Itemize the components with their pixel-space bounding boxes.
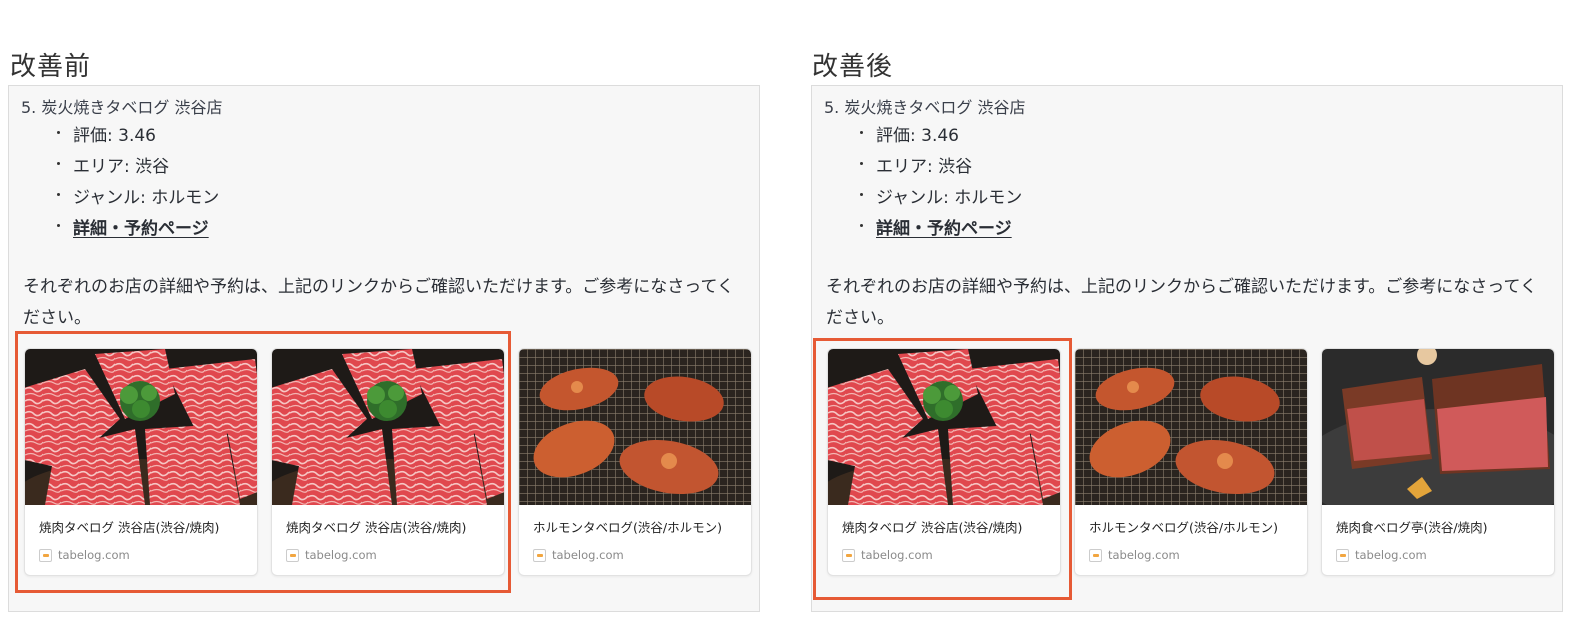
card-source: tabelog.com bbox=[842, 548, 933, 562]
rating-item: 評価: 3.46 bbox=[53, 124, 219, 155]
card-source-domain: tabelog.com bbox=[552, 548, 624, 562]
card-title: 焼肉タベログ 渋谷店(渋谷/焼肉) bbox=[286, 520, 467, 535]
wagyu-plate-image bbox=[25, 349, 257, 505]
detail-link-item: 詳細・予約ページ bbox=[856, 217, 1022, 248]
restaurant-details: 評価: 3.46 エリア: 渋谷 ジャンル: ホルモン 詳細・予約ページ bbox=[856, 124, 1022, 248]
card-source-domain: tabelog.com bbox=[861, 548, 933, 562]
restaurant-details: 評価: 3.46 エリア: 渋谷 ジャンル: ホルモン 詳細・予約ページ bbox=[53, 124, 219, 248]
card-source-domain: tabelog.com bbox=[1355, 548, 1427, 562]
genre-item: ジャンル: ホルモン bbox=[53, 186, 219, 217]
card-title: 焼肉タベログ 渋谷店(渋谷/焼肉) bbox=[39, 520, 220, 535]
horumon-grill-image bbox=[519, 349, 751, 505]
link-card[interactable]: 焼肉タベログ 渋谷店(渋谷/焼肉) tabelog.com bbox=[24, 348, 258, 576]
restaurant-title: 5. 炭火焼きタベログ 渋谷店 bbox=[21, 98, 223, 117]
card-title: 焼肉タベログ 渋谷店(渋谷/焼肉) bbox=[842, 520, 1023, 535]
link-card[interactable]: ホルモンタベログ(渋谷/ホルモン) tabelog.com bbox=[1074, 348, 1308, 576]
chat-panel-after: 5. 炭火焼きタベログ 渋谷店 評価: 3.46 エリア: 渋谷 ジャンル: ホ… bbox=[811, 85, 1563, 612]
link-card[interactable]: 焼肉食べログ亭(渋谷/焼肉) tabelog.com bbox=[1321, 348, 1555, 576]
card-source-domain: tabelog.com bbox=[305, 548, 377, 562]
rating-item: 評価: 3.46 bbox=[856, 124, 1022, 155]
wagyu-plate-image bbox=[828, 349, 1060, 505]
tabelog-favicon-icon bbox=[1336, 548, 1349, 562]
chat-panel-before: 5. 炭火焼きタベログ 渋谷店 評価: 3.46 エリア: 渋谷 ジャンル: ホ… bbox=[8, 85, 760, 612]
steak-cut-image bbox=[1322, 349, 1554, 505]
detail-reservation-link[interactable]: 詳細・予約ページ bbox=[876, 219, 1012, 239]
card-title: 焼肉食べログ亭(渋谷/焼肉) bbox=[1336, 520, 1488, 535]
wagyu-plate-image bbox=[272, 349, 504, 505]
card-source: tabelog.com bbox=[1089, 548, 1180, 562]
tabelog-favicon-icon bbox=[39, 548, 52, 562]
area-item: エリア: 渋谷 bbox=[856, 155, 1022, 186]
tabelog-favicon-icon bbox=[286, 548, 299, 562]
restaurant-title: 5. 炭火焼きタベログ 渋谷店 bbox=[824, 98, 1026, 117]
horumon-grill-image bbox=[1075, 349, 1307, 505]
summary-text: それぞれのお店の詳細や予約は、上記のリンクからご確認いただけます。ご参考になさっ… bbox=[826, 277, 1537, 328]
panel-label-after: 改善後 bbox=[812, 52, 894, 82]
card-source: tabelog.com bbox=[286, 548, 377, 562]
card-source: tabelog.com bbox=[533, 548, 624, 562]
genre-item: ジャンル: ホルモン bbox=[856, 186, 1022, 217]
tabelog-favicon-icon bbox=[533, 548, 546, 562]
link-card[interactable]: 焼肉タベログ 渋谷店(渋谷/焼肉) tabelog.com bbox=[827, 348, 1061, 576]
tabelog-favicon-icon bbox=[842, 548, 855, 562]
card-title: ホルモンタベログ(渋谷/ホルモン) bbox=[1089, 520, 1278, 535]
panel-label-before: 改善前 bbox=[10, 52, 92, 82]
tabelog-favicon-icon bbox=[1089, 548, 1102, 562]
card-title: ホルモンタベログ(渋谷/ホルモン) bbox=[533, 520, 722, 535]
summary-text: それぞれのお店の詳細や予約は、上記のリンクからご確認いただけます。ご参考になさっ… bbox=[23, 277, 734, 328]
card-source: tabelog.com bbox=[39, 548, 130, 562]
link-card[interactable]: ホルモンタベログ(渋谷/ホルモン) tabelog.com bbox=[518, 348, 752, 576]
card-source: tabelog.com bbox=[1336, 548, 1427, 562]
card-source-domain: tabelog.com bbox=[58, 548, 130, 562]
area-item: エリア: 渋谷 bbox=[53, 155, 219, 186]
detail-reservation-link[interactable]: 詳細・予約ページ bbox=[73, 219, 209, 239]
detail-link-item: 詳細・予約ページ bbox=[53, 217, 219, 248]
card-source-domain: tabelog.com bbox=[1108, 548, 1180, 562]
link-card[interactable]: 焼肉タベログ 渋谷店(渋谷/焼肉) tabelog.com bbox=[271, 348, 505, 576]
